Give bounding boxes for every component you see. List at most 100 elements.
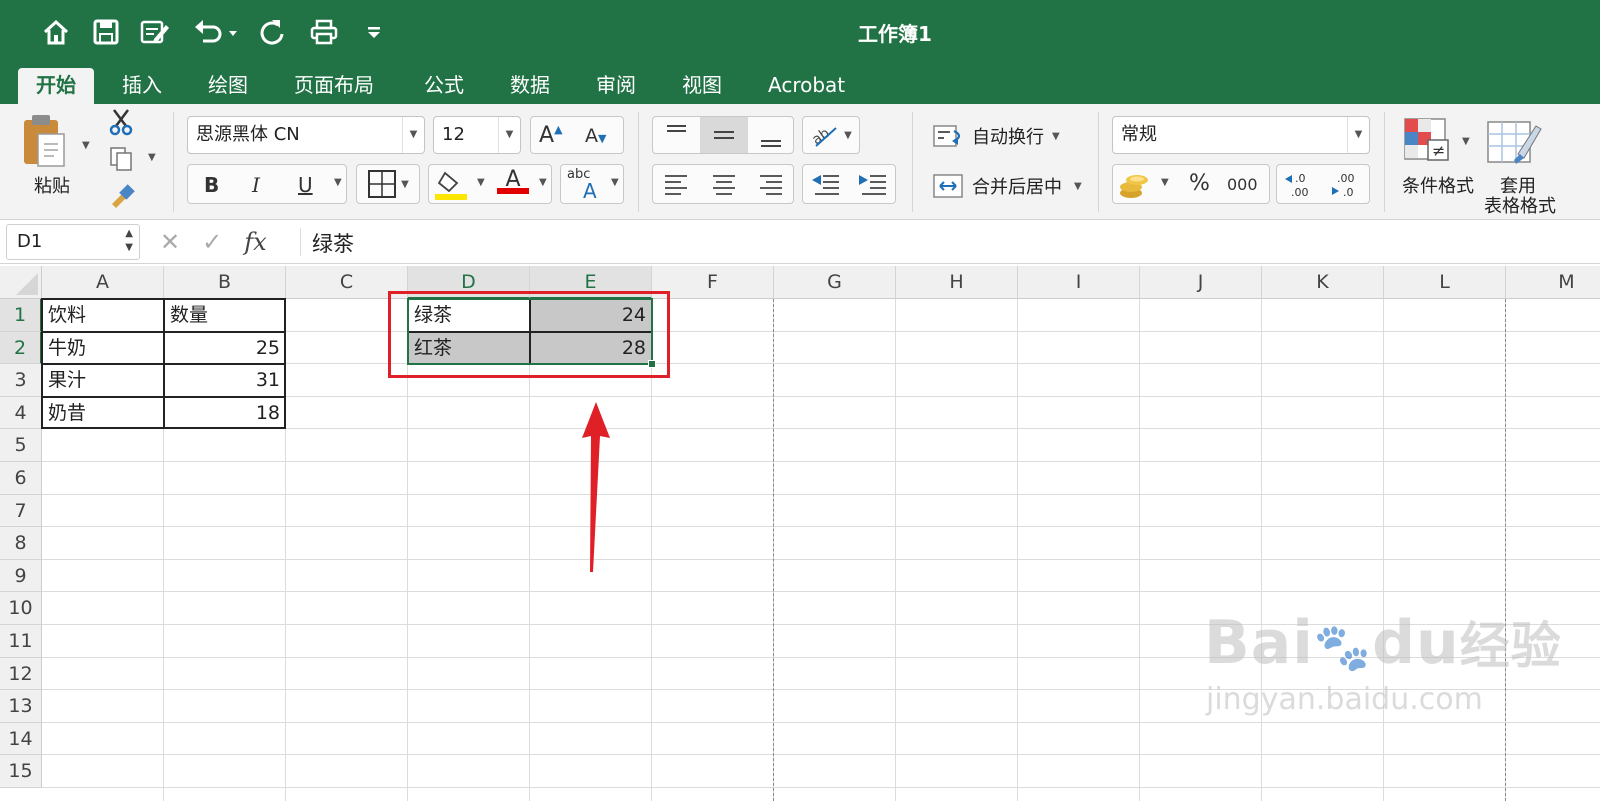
format-painter-icon[interactable] (108, 182, 136, 214)
align-right-button[interactable] (748, 165, 794, 203)
column-header-K[interactable]: K (1262, 266, 1384, 299)
thousands-button[interactable]: 000 (1227, 175, 1258, 194)
tab-page-layout[interactable]: 页面布局 (276, 68, 392, 104)
underline-button[interactable]: U (298, 173, 313, 197)
ribbon-tabs: 开始 插入 绘图 页面布局 公式 数据 审阅 视图 Acrobat (0, 64, 1600, 104)
table-border (42, 330, 286, 333)
borders-button[interactable]: ▼ (356, 164, 420, 204)
color-group: ▼ A ▼ (428, 164, 552, 204)
column-header-H[interactable]: H (896, 266, 1018, 299)
column-header-B[interactable]: B (164, 266, 286, 299)
horizontal-align-group (652, 164, 794, 204)
tab-formulas[interactable]: 公式 (406, 68, 482, 104)
font-size-group: A▲ A▼ (530, 116, 624, 154)
row-header-5[interactable]: 5 (0, 429, 42, 462)
font-style-group: B I U ▼ (187, 164, 347, 204)
row-header-7[interactable]: 7 (0, 494, 42, 528)
column-header-A[interactable]: A (42, 266, 164, 299)
column-header-J[interactable]: J (1140, 266, 1262, 299)
phonetic-button[interactable]: abc A ▼ (560, 164, 624, 204)
paste-button[interactable]: ▼ (20, 112, 90, 174)
select-all-corner[interactable] (0, 266, 42, 299)
row-header-1[interactable]: 1 (0, 299, 42, 332)
formula-input[interactable]: 绿茶 (312, 228, 354, 258)
row-header-2[interactable]: 2 (0, 331, 42, 365)
gridline (1017, 299, 1018, 801)
font-name-value: 思源黑体 CN (196, 124, 300, 145)
decrease-decimal-button[interactable]: .00.0 (1329, 169, 1365, 206)
fill-color-button[interactable] (435, 169, 469, 206)
column-header-G[interactable]: G (774, 266, 896, 299)
row-header-11[interactable]: 11 (0, 625, 42, 658)
row-header-3[interactable]: 3 (0, 364, 42, 397)
gridline (42, 461, 1600, 462)
decrease-decimal-icon: .00.0 (1332, 172, 1355, 199)
table-border (42, 363, 286, 366)
chevron-down-icon[interactable]: ▼ (334, 177, 342, 188)
number-format-select[interactable]: 常规 ▼ (1112, 116, 1370, 154)
conditional-format-button[interactable]: ≠ ▼ (1402, 114, 1474, 174)
italic-button[interactable]: I (252, 173, 260, 197)
page-break-line (1505, 299, 1506, 801)
cancel-icon[interactable]: ✕ (160, 228, 180, 256)
column-header-I[interactable]: I (1018, 266, 1140, 299)
separator (1098, 112, 1099, 212)
row-header-9[interactable]: 9 (0, 559, 42, 593)
orientation-button[interactable]: ab ▼ (802, 116, 860, 154)
svg-text:≠: ≠ (1432, 141, 1445, 160)
font-size-select[interactable]: 12 ▼ (433, 116, 521, 154)
svg-text:.00: .00 (1291, 186, 1309, 199)
name-box-stepper[interactable]: ▲ ▼ (125, 227, 133, 255)
font-name-select[interactable]: 思源黑体 CN ▼ (187, 116, 425, 154)
name-box[interactable]: D1 ▲ ▼ (6, 224, 140, 260)
watermark-brand-tail: du (1372, 608, 1460, 678)
align-top-button[interactable] (653, 117, 700, 153)
column-header-L[interactable]: L (1384, 266, 1506, 299)
align-left-button[interactable] (653, 165, 700, 203)
tab-home[interactable]: 开始 (18, 68, 94, 104)
font-color-button[interactable]: A (497, 167, 529, 194)
column-header-F[interactable]: F (652, 266, 774, 299)
align-middle-button[interactable] (700, 117, 748, 153)
number-format-value: 常规 (1121, 124, 1157, 145)
decrease-indent-icon (812, 175, 839, 195)
increase-decimal-button[interactable]: .0.00 (1283, 169, 1319, 206)
tab-view[interactable]: 视图 (664, 68, 740, 104)
decimal-group: .0.00 .00.0 (1276, 164, 1370, 204)
formula-actions: ✕ ✓ fx (160, 226, 267, 258)
format-as-table-button[interactable] (1484, 116, 1564, 176)
tab-review[interactable]: 审阅 (578, 68, 654, 104)
copy-icon[interactable]: ▼ (108, 146, 158, 176)
wrap-text-button[interactable]: 自动换行 ▼ (932, 120, 1060, 152)
column-header-M[interactable]: M (1506, 266, 1600, 299)
shrink-font-button[interactable]: A▼ (585, 125, 606, 147)
row-header-15[interactable]: 15 (0, 755, 42, 788)
align-bottom-button[interactable] (748, 117, 794, 153)
bold-button[interactable]: B (204, 173, 219, 197)
align-top-icon (667, 125, 686, 132)
row-header-8[interactable]: 8 (0, 527, 42, 560)
insert-function-icon[interactable]: fx (244, 228, 266, 256)
tab-data[interactable]: 数据 (492, 68, 568, 104)
row-header-4[interactable]: 4 (0, 396, 42, 430)
row-header-6[interactable]: 6 (0, 462, 42, 495)
increase-indent-button[interactable] (850, 165, 897, 203)
row-header-14[interactable]: 14 (0, 722, 42, 756)
row-header-10[interactable]: 10 (0, 592, 42, 625)
currency-button[interactable] (1117, 169, 1153, 206)
fill-bucket-icon (435, 171, 467, 200)
cut-icon[interactable] (108, 108, 134, 140)
decrease-indent-button[interactable] (803, 165, 850, 203)
tab-draw[interactable]: 绘图 (190, 68, 266, 104)
row-header-12[interactable]: 12 (0, 657, 42, 691)
spreadsheet-grid[interactable]: A B C D E F G H I J K L M 1 2 3 4 5 6 7 8 9 10 11 12 13 14 15 饮料 数量 牛奶… (0, 266, 1600, 801)
row-header-13[interactable]: 13 (0, 690, 42, 723)
grow-font-button[interactable]: A▲ (539, 123, 563, 148)
svg-text:.00: .00 (1337, 172, 1355, 185)
tab-acrobat[interactable]: Acrobat (750, 68, 863, 104)
tab-insert[interactable]: 插入 (104, 68, 180, 104)
merge-center-button[interactable]: 合并后居中 ▼ (932, 170, 1082, 202)
confirm-icon[interactable]: ✓ (202, 228, 222, 256)
align-center-button[interactable] (700, 165, 748, 203)
percent-button[interactable]: % (1189, 171, 1210, 196)
